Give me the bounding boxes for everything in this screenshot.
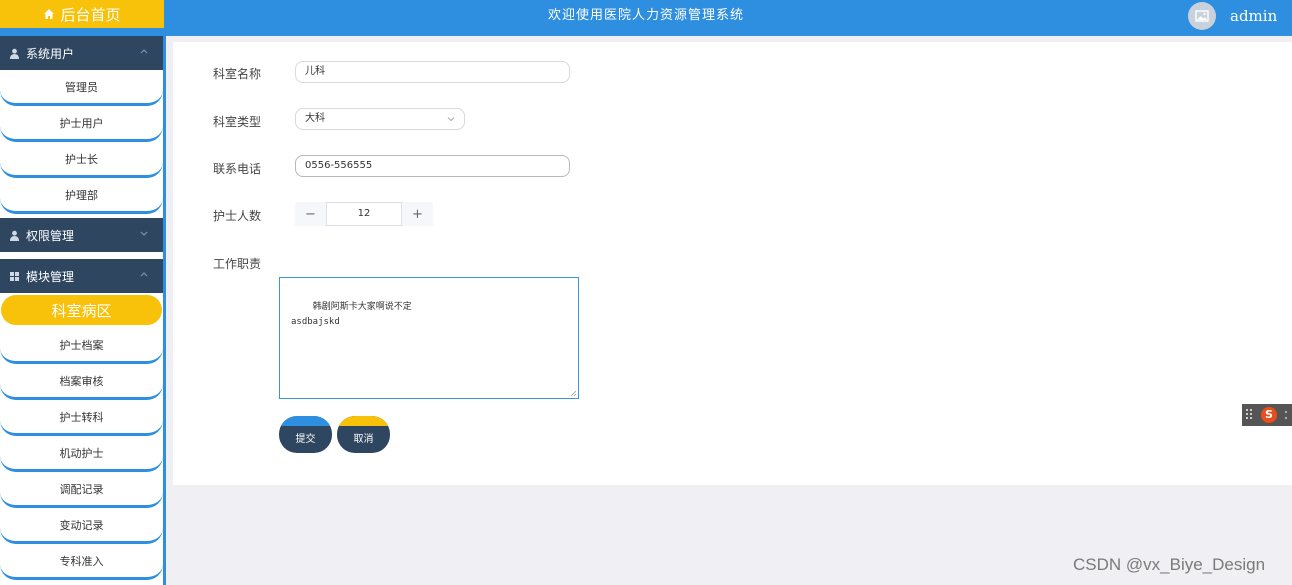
- form-panel: 科室名称 儿科 科室类型 大科 联系电话 0556-556555 护士人数 − …: [173, 42, 1292, 485]
- cancel-button[interactable]: 取消: [337, 416, 390, 453]
- sidebar-item-admin[interactable]: 管理员: [0, 70, 163, 106]
- sidebar-item-departments[interactable]: 科室病区: [1, 295, 162, 325]
- watermark: CSDN @vx_Biye_Design: [1073, 555, 1266, 574]
- chevron-up-icon: [140, 272, 148, 277]
- sidebar-item-nurse-files[interactable]: 护士档案: [0, 328, 163, 364]
- sidebar-item-nurse-users[interactable]: 护士用户: [0, 106, 163, 142]
- nurse-count-label: 护士人数: [213, 209, 262, 223]
- dept-type-label: 科室类型: [213, 115, 262, 129]
- app-title: 欢迎使用医院人力资源管理系统: [547, 8, 744, 23]
- button-cap: [337, 416, 390, 426]
- phone-input[interactable]: 0556-556555: [295, 155, 570, 177]
- duties-text: 韩剧阿斯卡大家啊说不定 asdbajskd: [291, 302, 412, 327]
- sidebar-group-label: 模块管理: [26, 269, 75, 284]
- dept-name-label: 科室名称: [213, 67, 262, 81]
- avatar[interactable]: [1188, 2, 1216, 30]
- sidebar-item-allocation-records[interactable]: 调配记录: [0, 472, 163, 508]
- nurse-count-stepper: − 12 +: [295, 202, 433, 226]
- more-icon: [1285, 411, 1288, 419]
- sidebar-item-head-nurse[interactable]: 护士长: [0, 142, 163, 178]
- sidebar-item-float-nurse[interactable]: 机动护士: [0, 436, 163, 472]
- submit-label: 提交: [295, 434, 316, 445]
- sidebar-group-label: 系统用户: [26, 46, 75, 61]
- sidebar-item-file-review[interactable]: 档案审核: [0, 364, 163, 400]
- sogou-logo-icon: S: [1260, 407, 1277, 423]
- username[interactable]: admin: [1230, 0, 1277, 32]
- sidebar-item-nurse-transfer[interactable]: 护士转科: [0, 400, 163, 436]
- chevron-down-icon: [447, 117, 455, 122]
- sidebar-item-specialty-access[interactable]: 专科准入: [0, 544, 163, 580]
- grip-icon: [1245, 409, 1252, 419]
- phone-label: 联系电话: [213, 162, 262, 176]
- duties-label: 工作职责: [213, 257, 262, 271]
- sidebar: 系统用户 管理员 护士用户 护士长 护理部 权限管理 模块管理 科室病区 护士档…: [0, 36, 166, 585]
- sidebar-group-permissions[interactable]: 权限管理: [0, 218, 163, 252]
- sidebar-item-nursing-dept[interactable]: 护理部: [0, 178, 163, 214]
- sidebar-item-change-records[interactable]: 变动记录: [0, 508, 163, 544]
- dept-type-value: 大科: [305, 113, 325, 124]
- duties-textarea[interactable]: 韩剧阿斯卡大家啊说不定 asdbajskd: [279, 277, 579, 399]
- chevron-up-icon: [140, 49, 148, 54]
- increment-button[interactable]: +: [402, 202, 433, 226]
- sidebar-group-system-users[interactable]: 系统用户: [0, 36, 163, 70]
- home-label: 后台首页: [60, 5, 121, 24]
- cancel-label: 取消: [353, 434, 374, 445]
- chevron-down-icon: [140, 231, 148, 236]
- submit-button[interactable]: 提交: [279, 416, 332, 453]
- resize-handle-icon[interactable]: [570, 390, 577, 397]
- ime-toolbar[interactable]: S: [1242, 404, 1292, 426]
- image-icon: [1195, 10, 1209, 22]
- top-bar: 欢迎使用医院人力资源管理系统 后台首页 admin: [0, 0, 1292, 36]
- grid-icon: [10, 271, 19, 281]
- nurse-count-input[interactable]: 12: [326, 202, 402, 226]
- home-icon: [44, 9, 55, 19]
- sidebar-group-modules[interactable]: 模块管理: [0, 259, 163, 293]
- sidebar-group-label: 权限管理: [26, 228, 75, 243]
- home-button[interactable]: 后台首页: [0, 0, 164, 28]
- dept-name-input[interactable]: 儿科: [295, 61, 570, 83]
- button-cap: [279, 416, 332, 426]
- user-icon: [10, 230, 19, 241]
- user-icon: [10, 48, 19, 59]
- decrement-button[interactable]: −: [295, 202, 326, 226]
- dept-type-select[interactable]: 大科: [295, 108, 465, 130]
